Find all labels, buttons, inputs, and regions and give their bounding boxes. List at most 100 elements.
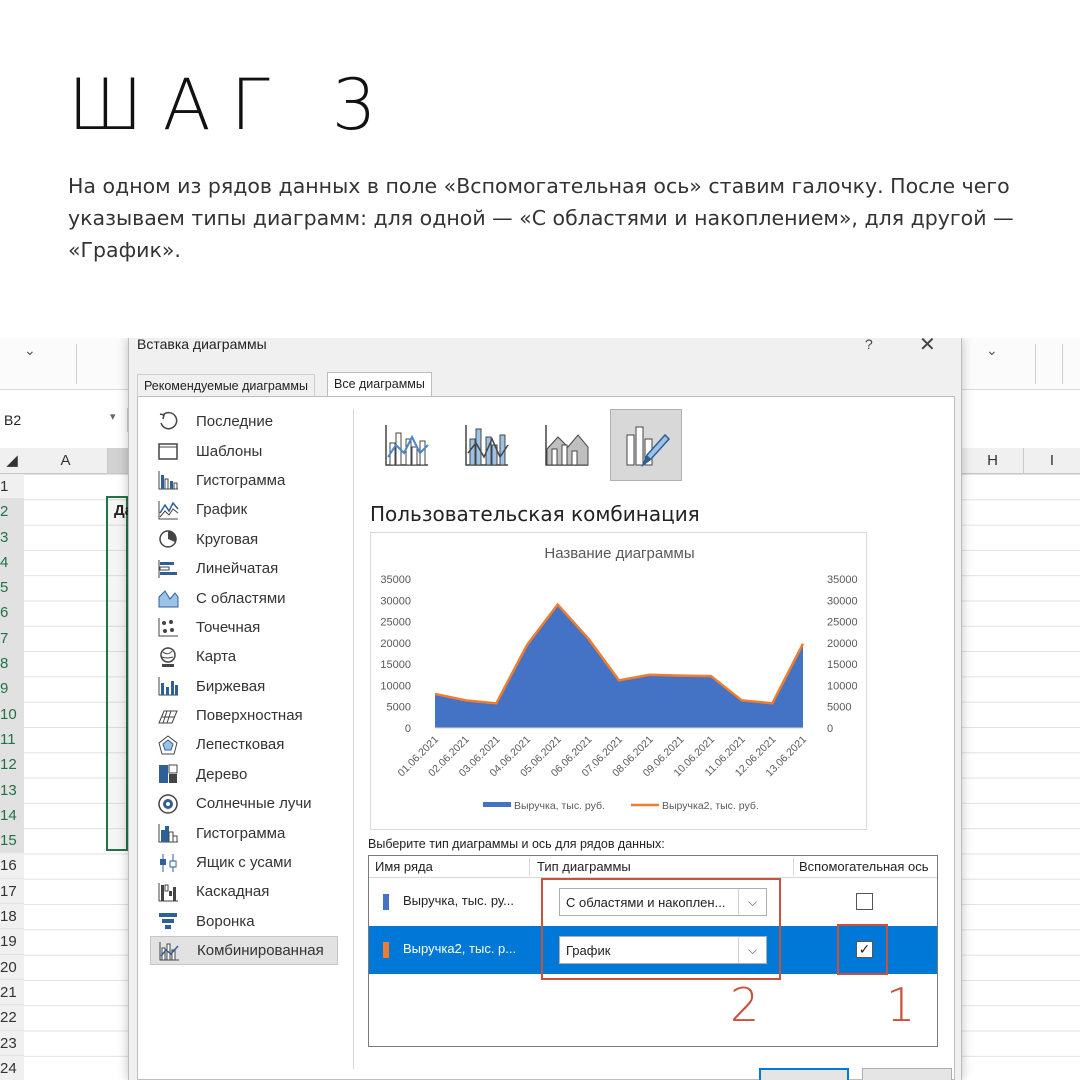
row-header[interactable]: 1 (0, 474, 24, 500)
row-header[interactable]: 8 (0, 651, 24, 677)
row-header[interactable]: 6 (0, 600, 24, 626)
ribbon-divider (76, 344, 77, 384)
recent-icon (156, 411, 180, 433)
y-tick-label: 30000 (380, 595, 411, 607)
column-header-h[interactable]: H (962, 448, 1024, 474)
secondary-axis-checkbox[interactable] (856, 893, 873, 910)
chart-type-item[interactable]: Каскадная (150, 877, 340, 906)
chart-type-label: Дерево (196, 765, 248, 783)
chart-type-item[interactable]: Карта (150, 642, 340, 671)
treemap-icon (156, 763, 180, 785)
chart-type-label: Поверхностная (196, 707, 303, 725)
chart-type-item[interactable]: Комбинированная (150, 936, 338, 966)
select-all-corner[interactable]: ◢ (0, 448, 24, 474)
row-header[interactable]: 22 (0, 1005, 24, 1031)
help-button[interactable]: ? (865, 338, 873, 352)
tab-all-charts[interactable]: Все диаграммы (327, 372, 432, 397)
chart-type-item[interactable]: Круговая (150, 525, 340, 554)
combo-column-line-secondary-button[interactable] (450, 409, 522, 481)
chart-type-item[interactable]: Воронка (150, 907, 340, 936)
chart-type-item[interactable]: Гистограмма (150, 818, 340, 847)
chart-type-item[interactable]: Ящик с усами (150, 848, 340, 877)
histogram-icon (156, 822, 180, 844)
chart-type-item[interactable]: Линейчатая (150, 554, 340, 583)
pie-chart-icon (156, 528, 180, 550)
row-header[interactable]: 11 (0, 726, 24, 753)
row-header[interactable]: 3 (0, 524, 24, 550)
cancel-button[interactable] (862, 1068, 952, 1080)
combo-clustered-column-line-button[interactable] (370, 409, 442, 481)
custom-combination-button[interactable] (610, 409, 682, 481)
header-divider (529, 858, 530, 876)
row-header[interactable]: 2 (0, 499, 24, 525)
chart-type-item[interactable]: Гистограмма (150, 466, 340, 495)
selected-range[interactable] (106, 496, 128, 851)
area-series (435, 604, 803, 728)
series-name: Выручка, тыс. ру... (403, 893, 514, 908)
column-chart-icon (156, 469, 180, 491)
chart-type-label: Круговая (196, 530, 259, 548)
chevron-down-icon[interactable]: ⌄ (986, 342, 998, 359)
combo-heading: Пользовательская комбинация (370, 502, 700, 526)
row-header[interactable]: 20 (0, 954, 24, 980)
combo-area-column-button[interactable] (530, 409, 602, 481)
column-header-a[interactable]: A (24, 448, 108, 474)
chart-type-item[interactable]: С областями (150, 583, 340, 612)
row-header[interactable]: 18 (0, 904, 24, 930)
row-header[interactable]: 5 (0, 575, 24, 601)
y2-tick-label: 20000 (827, 638, 858, 650)
y-tick-label: 0 (405, 723, 411, 735)
row-header[interactable]: 24 (0, 1055, 24, 1080)
ok-button[interactable] (759, 1068, 849, 1080)
name-box[interactable]: B2 ▾ (0, 408, 128, 432)
row-header[interactable]: 23 (0, 1030, 24, 1056)
header-secondary-axis: Вспомогательная ось (799, 859, 929, 874)
chart-type-item[interactable]: Биржевая (150, 672, 340, 701)
waterfall-icon (156, 881, 180, 903)
chart-type-item[interactable]: Поверхностная (150, 701, 340, 730)
chart-type-item[interactable]: Лепестковая (150, 730, 340, 759)
chart-type-item[interactable]: Шаблоны (150, 436, 340, 465)
chevron-down-icon[interactable]: ▾ (110, 410, 116, 423)
tab-recommended-charts[interactable]: Рекомендуемые диаграммы (137, 374, 315, 398)
row-header[interactable]: 19 (0, 929, 24, 955)
row-header[interactable]: 21 (0, 979, 24, 1006)
close-button[interactable]: ✕ (919, 338, 936, 357)
header-chart-type: Тип диаграммы (537, 859, 631, 874)
y-tick-label: 10000 (380, 680, 411, 692)
sunburst-icon (156, 793, 180, 815)
chart-type-item[interactable]: Последние (150, 407, 340, 436)
row-header[interactable]: 7 (0, 625, 24, 652)
y2-tick-label: 30000 (827, 595, 858, 607)
chart-type-label: Комбинированная (197, 942, 324, 960)
line-chart-icon (156, 499, 180, 521)
box-whisker-icon (156, 852, 180, 874)
chart-type-item[interactable]: Точечная (150, 613, 340, 642)
chart-title: Название диаграммы (544, 545, 694, 562)
chart-type-list: Последние Шаблоны Гистограмма График Кругова… (150, 407, 340, 966)
column-header-b[interactable] (108, 448, 128, 474)
y2-tick-label: 10000 (827, 680, 858, 692)
row-header[interactable]: 10 (0, 701, 24, 727)
series-color-swatch (383, 894, 389, 910)
choose-series-label: Выберите тип диаграммы и ось для рядов д… (368, 837, 665, 851)
row-header[interactable]: 12 (0, 752, 24, 778)
chart-type-item[interactable]: Дерево (150, 760, 340, 789)
row-header[interactable]: 17 (0, 878, 24, 905)
row-header[interactable]: 9 (0, 676, 24, 702)
row-header[interactable]: 14 (0, 802, 24, 829)
row-header[interactable]: 13 (0, 777, 24, 803)
chart-type-label: Гистограмма (196, 824, 286, 842)
sheet-grid-right[interactable] (962, 474, 1080, 1080)
row-header[interactable]: 4 (0, 549, 24, 576)
row-header[interactable]: 16 (0, 853, 24, 879)
series-table-header: Имя ряда Тип диаграммы Вспомогательная о… (369, 856, 937, 878)
row-header[interactable]: 15 (0, 828, 24, 854)
column-header-i[interactable]: I (1024, 448, 1080, 474)
chart-type-item[interactable]: Солнечные лучи (150, 789, 340, 818)
chevron-down-icon[interactable]: ⌄ (24, 342, 36, 359)
map-chart-icon (156, 646, 180, 668)
chart-preview: Название диаграммы 35000 30000 25000 20000 15… (370, 532, 867, 830)
chart-type-item[interactable]: График (150, 495, 340, 524)
combo-area-column-icon (545, 425, 589, 466)
